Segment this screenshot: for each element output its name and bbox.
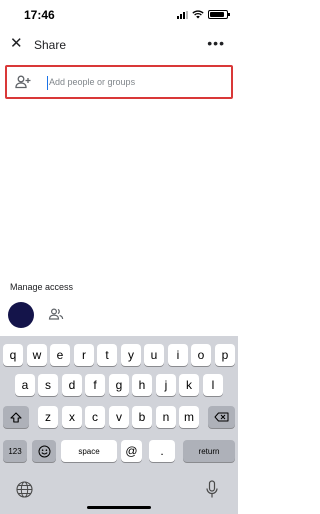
key-r[interactable]: r bbox=[74, 344, 94, 366]
key-z[interactable]: z bbox=[38, 406, 58, 428]
key-b[interactable]: b bbox=[132, 406, 152, 428]
app-bar: ✕ Share ••• bbox=[0, 32, 238, 58]
key-f[interactable]: f bbox=[85, 374, 105, 396]
close-icon[interactable]: ✕ bbox=[10, 35, 23, 53]
key-t[interactable]: t bbox=[97, 344, 117, 366]
space-key[interactable]: space bbox=[61, 440, 117, 462]
key-k[interactable]: k bbox=[179, 374, 199, 396]
key-p[interactable]: p bbox=[215, 344, 235, 366]
key-e[interactable]: e bbox=[50, 344, 70, 366]
text-cursor bbox=[47, 76, 48, 90]
key-i[interactable]: i bbox=[168, 344, 188, 366]
key-u[interactable]: u bbox=[144, 344, 164, 366]
signal-icon bbox=[177, 10, 188, 19]
key-d[interactable]: d bbox=[62, 374, 82, 396]
battery-icon bbox=[208, 10, 230, 19]
add-people-input[interactable] bbox=[49, 73, 219, 91]
key-h[interactable]: h bbox=[132, 374, 152, 396]
key-m[interactable]: m bbox=[179, 406, 199, 428]
dot-key[interactable]: . bbox=[149, 440, 175, 462]
key-a[interactable]: a bbox=[15, 374, 35, 396]
page-title: Share bbox=[34, 38, 67, 52]
group-icon[interactable] bbox=[48, 308, 64, 320]
delete-key[interactable] bbox=[208, 406, 235, 428]
key-n[interactable]: n bbox=[156, 406, 176, 428]
numbers-key[interactable]: 123 bbox=[3, 440, 27, 462]
wifi-icon bbox=[192, 10, 204, 19]
status-icons bbox=[177, 10, 230, 19]
backspace-icon bbox=[214, 412, 229, 422]
key-y[interactable]: y bbox=[121, 344, 141, 366]
return-key[interactable]: return bbox=[183, 440, 235, 462]
at-key[interactable]: @ bbox=[121, 440, 142, 462]
status-time: 17:46 bbox=[24, 8, 55, 22]
key-c[interactable]: c bbox=[85, 406, 105, 428]
key-l[interactable]: l bbox=[203, 374, 223, 396]
key-q[interactable]: q bbox=[3, 344, 23, 366]
shift-key[interactable] bbox=[3, 406, 29, 428]
shift-icon bbox=[10, 411, 22, 423]
emoji-icon bbox=[38, 445, 50, 457]
emoji-key[interactable] bbox=[32, 440, 56, 462]
key-w[interactable]: w bbox=[27, 344, 47, 366]
key-x[interactable]: x bbox=[62, 406, 82, 428]
add-people-field[interactable] bbox=[5, 65, 233, 99]
more-options-icon[interactable]: ••• bbox=[207, 32, 225, 54]
key-j[interactable]: j bbox=[156, 374, 176, 396]
globe-icon[interactable] bbox=[16, 481, 33, 498]
keyboard: q w e r t y u i o p a s d f g h j k l z … bbox=[0, 336, 238, 514]
home-indicator bbox=[87, 506, 151, 509]
microphone-icon[interactable] bbox=[205, 480, 219, 499]
key-v[interactable]: v bbox=[109, 406, 129, 428]
status-bar: 17:46 bbox=[0, 0, 238, 32]
key-o[interactable]: o bbox=[191, 344, 211, 366]
key-g[interactable]: g bbox=[109, 374, 129, 396]
manage-access-label: Manage access bbox=[10, 282, 74, 292]
person-add-icon bbox=[15, 75, 31, 89]
avatar[interactable] bbox=[8, 302, 34, 328]
key-s[interactable]: s bbox=[38, 374, 58, 396]
